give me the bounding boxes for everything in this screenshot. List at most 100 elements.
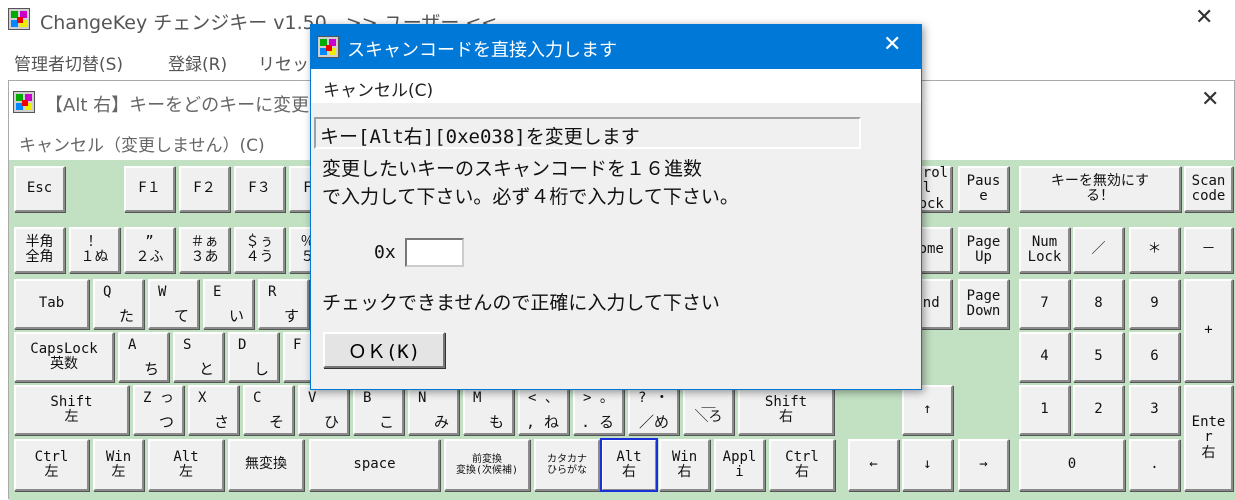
key-d[interactable]: Dし [228, 332, 279, 382]
key-k3[interactable]: ＃ぁ ３あ [179, 227, 230, 273]
scancode-input[interactable] [405, 238, 464, 267]
key-kana: て [173, 306, 189, 325]
sub-close-button[interactable]: ✕ [1201, 87, 1219, 112]
key-label: 3 [1150, 401, 1159, 418]
key-v[interactable]: Vひ [298, 385, 349, 435]
key-appli[interactable]: Appl i [714, 439, 765, 491]
key-label: 6 [1150, 348, 1159, 365]
key-kana[interactable]: カタカナ ひらがな [534, 439, 600, 491]
key-f2[interactable]: F２ [179, 166, 230, 212]
key-muhenkan[interactable]: 無変換 [228, 439, 304, 491]
key-ctrl-l[interactable]: Ctrl 左 [14, 439, 89, 491]
key-n7[interactable]: 7 [1019, 279, 1070, 329]
key-kana: も [488, 412, 504, 431]
key-z[interactable]: Z っつ [133, 385, 184, 435]
key-legend: M [473, 390, 482, 406]
key-pause[interactable]: Paus e [958, 166, 1009, 212]
main-close-button[interactable]: ✕ [1195, 5, 1213, 30]
key-space[interactable]: space [309, 439, 440, 491]
menu-cancel[interactable]: キャンセル(C) [323, 76, 433, 101]
key-n4[interactable]: 4 [1019, 332, 1070, 382]
key-alt-l[interactable]: Alt 左 [148, 439, 224, 491]
scancode-dialog: スキャンコードを直接入力します ✕ キャンセル(C) キー[Alt右][0xe0… [310, 24, 922, 390]
key-label: Page Down [966, 287, 1001, 319]
key-w[interactable]: Wて [148, 279, 199, 329]
key-a[interactable]: Aち [118, 332, 169, 382]
key-q[interactable]: Qた [93, 279, 144, 329]
app-icon [13, 91, 35, 113]
key-disable[interactable]: キーを無効にす る！ [1019, 166, 1181, 212]
key-n3[interactable]: 3 [1129, 385, 1180, 435]
dialog-close-button[interactable]: ✕ [883, 32, 901, 57]
key-n8[interactable]: 8 [1073, 279, 1124, 329]
key-comma[interactable]: < 、 , ね [518, 385, 569, 435]
key-ctrl-r[interactable]: Ctrl 右 [769, 439, 835, 491]
key-nmul[interactable]: ＊ [1129, 227, 1180, 273]
key-nenter[interactable]: Ente r 右 [1184, 385, 1233, 491]
key-backslash[interactable]: ＿ ＼ろ [683, 385, 734, 435]
key-f3[interactable]: F３ [234, 166, 285, 212]
key-kana: , ね [525, 412, 559, 431]
key-n[interactable]: Nみ [408, 385, 459, 435]
key-tab[interactable]: Tab [14, 279, 89, 329]
key-pgdn[interactable]: Page Down [958, 279, 1009, 329]
key-kana: し [253, 359, 269, 378]
key-label: カタカナ ひらがな [547, 454, 587, 476]
key-win-l[interactable]: Win 左 [93, 439, 144, 491]
key-up[interactable]: ↑ [902, 385, 953, 435]
key-win-r[interactable]: Win 右 [659, 439, 710, 491]
ok-button[interactable]: ＯＫ(K) [323, 332, 445, 368]
key-label: Shift 右 [764, 393, 808, 425]
key-s[interactable]: Sと [173, 332, 224, 382]
key-n6[interactable]: 6 [1129, 332, 1180, 382]
key-label: ／ [1091, 241, 1106, 258]
key-b[interactable]: Bこ [353, 385, 404, 435]
key-scan[interactable]: Scan code [1184, 166, 1233, 212]
key-info-label: キー[Alt右][0xe038]を変更します [314, 117, 861, 149]
key-shift-r[interactable]: Shift 右 [738, 385, 834, 435]
key-label: ” ２ふ [135, 233, 164, 265]
key-numlock[interactable]: Num Lock [1019, 227, 1070, 273]
key-left[interactable]: ← [848, 439, 899, 491]
key-legend: A [128, 337, 137, 353]
key-n9[interactable]: 9 [1129, 279, 1180, 329]
warning-text: チェックできませんので正確に入力して下さい [322, 292, 720, 314]
key-r[interactable]: Rす [258, 279, 309, 329]
key-nsub[interactable]: － [1184, 227, 1233, 273]
key-f1[interactable]: F１ [124, 166, 175, 212]
key-c[interactable]: Cそ [243, 385, 294, 435]
key-nadd[interactable]: + [1184, 279, 1233, 382]
key-label: Num Lock [1027, 233, 1062, 265]
key-label: 0 [1067, 456, 1077, 473]
key-period[interactable]: > 。 . る [573, 385, 624, 435]
key-k4[interactable]: ＄ぅ ４う [234, 227, 285, 273]
key-slash[interactable]: ? ・ ／め [628, 385, 679, 435]
key-x[interactable]: Xさ [188, 385, 239, 435]
key-henkan[interactable]: 前変換 変換(次候補) [444, 439, 530, 491]
key-label: ！ １ぬ [80, 233, 109, 265]
key-pgup[interactable]: Page Up [958, 227, 1009, 273]
key-right[interactable]: → [958, 439, 1009, 491]
key-n5[interactable]: 5 [1073, 332, 1124, 382]
key-k2[interactable]: ” ２ふ [124, 227, 175, 273]
menu-register[interactable]: 登録(R) [168, 50, 227, 75]
key-shift-l[interactable]: Shift 左 [14, 385, 129, 435]
key-hankaku[interactable]: 半角 全角 [14, 227, 65, 273]
key-caps[interactable]: CapsLock 英数 [14, 332, 114, 382]
dialog-title-bar: スキャンコードを直接入力します ✕ [311, 25, 921, 69]
key-esc[interactable]: Esc [14, 166, 65, 212]
key-n2[interactable]: 2 [1073, 385, 1124, 435]
instruction-line-2: で入力して下さい。必ず４桁で入力して下さい。 [322, 186, 739, 208]
key-ndiv[interactable]: ／ [1073, 227, 1124, 273]
key-m[interactable]: Mも [463, 385, 514, 435]
key-n1[interactable]: 1 [1019, 385, 1070, 435]
menu-admin-switch[interactable]: 管理者切替(S) [14, 50, 123, 75]
menu-cancel-no-change[interactable]: キャンセル（変更しません）(C) [19, 131, 265, 156]
key-down[interactable]: ↓ [902, 439, 953, 491]
key-alt-r[interactable]: Alt 右 [600, 438, 658, 492]
key-e[interactable]: Eい [203, 279, 254, 329]
key-label: Ctrl 右 [785, 448, 819, 480]
key-k1[interactable]: ！ １ぬ [69, 227, 120, 273]
key-ndot[interactable]: . [1129, 439, 1180, 491]
key-n0[interactable]: 0 [1019, 439, 1125, 491]
